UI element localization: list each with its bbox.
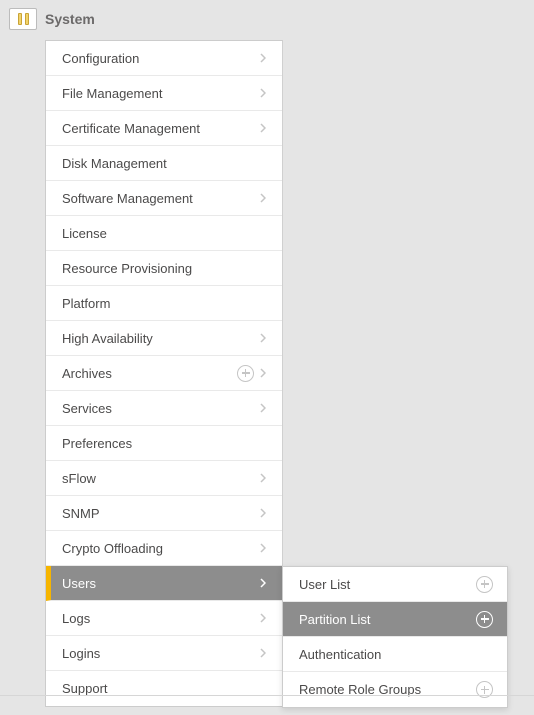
menu-item-disk-management[interactable]: Disk Management xyxy=(46,146,282,181)
menu-item-archives[interactable]: Archives xyxy=(46,356,282,391)
menu-item-snmp[interactable]: SNMP xyxy=(46,496,282,531)
chevron-right-icon xyxy=(256,88,270,98)
menu-item-file-management[interactable]: File Management xyxy=(46,76,282,111)
add-icon[interactable] xyxy=(476,576,493,593)
menu-item-label: Configuration xyxy=(62,51,256,66)
menu-item-high-availability[interactable]: High Availability xyxy=(46,321,282,356)
menu-item-sflow[interactable]: sFlow xyxy=(46,461,282,496)
menu-item-label: Support xyxy=(62,681,270,696)
submenu-item-label: Partition List xyxy=(299,612,476,627)
chevron-right-icon xyxy=(256,648,270,658)
menu-item-configuration[interactable]: Configuration xyxy=(46,41,282,76)
menu-item-users[interactable]: Users xyxy=(46,566,282,601)
menu-item-label: Software Management xyxy=(62,191,256,206)
submenu-item-partition-list[interactable]: Partition List xyxy=(283,602,507,637)
chevron-right-icon xyxy=(256,403,270,413)
menu-item-license[interactable]: License xyxy=(46,216,282,251)
chevron-right-icon xyxy=(256,613,270,623)
menu-item-logs[interactable]: Logs xyxy=(46,601,282,636)
chevron-right-icon xyxy=(256,578,270,588)
submenu-item-label: Authentication xyxy=(299,647,495,662)
chevron-right-icon xyxy=(256,193,270,203)
menu-item-certificate-management[interactable]: Certificate Management xyxy=(46,111,282,146)
chevron-right-icon xyxy=(256,123,270,133)
menu-item-label: Resource Provisioning xyxy=(62,261,270,276)
page-title: System xyxy=(45,11,95,27)
submenu-item-user-list[interactable]: User List xyxy=(283,567,507,602)
submenu-item-authentication[interactable]: Authentication xyxy=(283,637,507,672)
menu-item-preferences[interactable]: Preferences xyxy=(46,426,282,461)
menu-item-label: Certificate Management xyxy=(62,121,256,136)
submenu-item-label: User List xyxy=(299,577,476,592)
menu-item-label: Logs xyxy=(62,611,256,626)
add-icon[interactable] xyxy=(476,611,493,628)
users-submenu: User List Partition List Authentication Rem… xyxy=(282,566,508,708)
menu-item-label: sFlow xyxy=(62,471,256,486)
chevron-right-icon xyxy=(256,543,270,553)
menu-item-logins[interactable]: Logins xyxy=(46,636,282,671)
menu-item-label: Disk Management xyxy=(62,156,270,171)
menu-item-resource-provisioning[interactable]: Resource Provisioning xyxy=(46,251,282,286)
menu-item-crypto-offloading[interactable]: Crypto Offloading xyxy=(46,531,282,566)
menu-item-label: High Availability xyxy=(62,331,256,346)
menu-item-label: Services xyxy=(62,401,256,416)
chevron-right-icon xyxy=(256,53,270,63)
menu-item-label: Platform xyxy=(62,296,270,311)
system-menu: Configuration File Management Certificate … xyxy=(45,40,283,707)
footer-divider xyxy=(0,695,534,696)
system-icon xyxy=(9,8,37,30)
menu-item-label: SNMP xyxy=(62,506,256,521)
menu-item-platform[interactable]: Platform xyxy=(46,286,282,321)
menu-item-label: File Management xyxy=(62,86,256,101)
menu-item-label: Users xyxy=(62,576,256,591)
header: System xyxy=(0,0,534,40)
chevron-right-icon xyxy=(256,508,270,518)
menu-item-software-management[interactable]: Software Management xyxy=(46,181,282,216)
menu-item-label: Logins xyxy=(62,646,256,661)
menu-item-label: Crypto Offloading xyxy=(62,541,256,556)
menu-item-support[interactable]: Support xyxy=(46,671,282,706)
menu-item-label: Preferences xyxy=(62,436,270,451)
chevron-right-icon xyxy=(256,473,270,483)
menu-item-services[interactable]: Services xyxy=(46,391,282,426)
add-icon[interactable] xyxy=(237,365,254,382)
chevron-right-icon xyxy=(256,333,270,343)
submenu-item-remote-role-groups[interactable]: Remote Role Groups xyxy=(283,672,507,707)
menu-item-label: License xyxy=(62,226,270,241)
menu-item-label: Archives xyxy=(62,366,237,381)
chevron-right-icon xyxy=(256,368,270,378)
